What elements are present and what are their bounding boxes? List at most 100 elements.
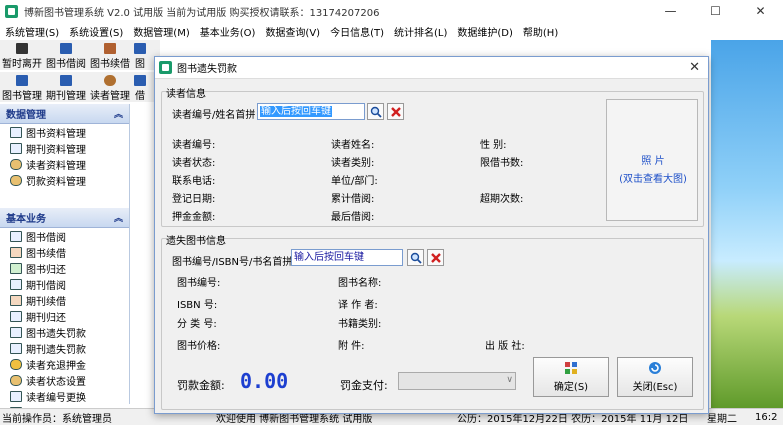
- sidebar-item-renew[interactable]: 图书续借: [0, 244, 129, 260]
- close-button[interactable]: 关闭(Esc): [617, 357, 693, 397]
- sidebar-item-book-lost-fine[interactable]: 图书遗失罚款: [0, 324, 129, 340]
- minimize-button[interactable]: —: [648, 0, 693, 22]
- sidebar-item-borrow[interactable]: 图书借阅: [0, 228, 129, 244]
- sidebar-item-label: 期刊续借: [26, 296, 66, 308]
- data-panel-header[interactable]: 数据管理 ︽: [0, 104, 129, 124]
- deposit-icon: [10, 358, 22, 370]
- book-manage-icon: [16, 75, 28, 86]
- toolbar-renew-button[interactable]: 图书续借: [88, 40, 132, 70]
- menu-stats[interactable]: 统计排名(L): [389, 24, 452, 39]
- sidebar-item-book-data[interactable]: 图书资料管理: [0, 124, 129, 140]
- reader-manage-icon: [104, 75, 116, 86]
- sidebar-item-journal-renew[interactable]: 期刊续借: [0, 292, 129, 308]
- toolbar-journal-manage-button[interactable]: 期刊管理: [44, 72, 88, 102]
- reader-id-label: 读者编号:: [172, 140, 216, 151]
- close-label: 关闭(Esc): [632, 382, 678, 393]
- journal-manage-icon: [60, 75, 72, 86]
- sidebar-item-journal-borrow[interactable]: 期刊借阅: [0, 276, 129, 292]
- book-search-input[interactable]: 输入后按回车键: [291, 249, 403, 266]
- app-titlebar: 博新图书管理系统 V2.0 试用版 当前为试用版 购买授权请联系：1317420…: [0, 0, 783, 22]
- book-name-label: 图书名称:: [338, 278, 382, 289]
- fine-amount-value: 0.00: [240, 369, 289, 393]
- fine-payment-label: 罚金支付:: [340, 379, 388, 392]
- close-window-button[interactable]: ✕: [738, 0, 783, 22]
- sidebar-item-journal-data[interactable]: 期刊资料管理: [0, 140, 129, 156]
- toolbar-book-button[interactable]: 图: [132, 40, 148, 70]
- toolbar-book-label: 图: [135, 59, 145, 70]
- sidebar-item-reader-state[interactable]: 读者状态设置: [0, 372, 129, 388]
- menu-maintenance[interactable]: 数据维护(D): [452, 24, 518, 39]
- sidebar-item-label: 图书遗失罚款: [26, 328, 86, 340]
- menu-today[interactable]: 今日信息(T): [325, 24, 389, 39]
- book-group-title: 遗失图书信息: [166, 236, 226, 247]
- reader-overdue-label: 超期次数:: [480, 194, 524, 205]
- reader-last-borrow-label: 最后借阅:: [331, 212, 375, 223]
- sidebar-item-fine-data[interactable]: 罚款资料管理: [0, 172, 129, 188]
- book-icon: [134, 43, 146, 54]
- journal-lost-icon: [10, 342, 22, 354]
- close-circle-icon: [649, 362, 661, 374]
- book-search-value: 输入后按回车键: [294, 252, 364, 263]
- dialog-close-icon[interactable]: ✕: [689, 60, 700, 75]
- sidebar-item-label: 读者状态设置: [26, 376, 86, 388]
- maximize-button[interactable]: ☐: [693, 0, 738, 22]
- reader-icon: [10, 158, 22, 170]
- borrow-icon: [60, 43, 72, 54]
- dialog-titlebar: 图书遗失罚款 ✕: [155, 57, 708, 79]
- reader-photo-box[interactable]: 照 片 (双击查看大图): [606, 99, 698, 221]
- menu-data[interactable]: 数据管理(M): [128, 24, 194, 39]
- business-panel-header[interactable]: 基本业务 ︽: [0, 208, 129, 228]
- magnifier-icon: [410, 252, 422, 264]
- journal-return-icon: [10, 310, 22, 322]
- sidebar-item-label: 期刊资料管理: [26, 144, 86, 156]
- reader-gender-label: 性 别:: [480, 140, 507, 151]
- collapse-chevron-icon[interactable]: ︽: [114, 211, 123, 224]
- menu-settings[interactable]: 系统设置(S): [64, 24, 128, 39]
- app-logo-icon: [5, 4, 18, 18]
- sidebar-item-label: 期刊归还: [26, 312, 66, 324]
- toolbar-leave-button[interactable]: 暂时离开: [0, 40, 44, 70]
- fine-payment-select[interactable]: ∨: [398, 372, 516, 390]
- toolbar-borrow2-label: 借: [135, 91, 145, 102]
- toolbar-book-manage-button[interactable]: 图书管理: [0, 72, 44, 102]
- reader-clear-button[interactable]: [387, 103, 404, 120]
- sidebar-item-reader-data[interactable]: 读者资料管理: [0, 156, 129, 172]
- book-lost-icon: [10, 326, 22, 338]
- sidebar-item-label: 罚款资料管理: [26, 176, 86, 188]
- reader-state-icon: [10, 374, 22, 386]
- menu-query[interactable]: 数据查询(V): [260, 24, 325, 39]
- sidebar-item-reader-id-change[interactable]: 读者编号更换: [0, 388, 129, 404]
- sidebar-item-deposit[interactable]: 读者充退押金: [0, 356, 129, 372]
- business-panel-title: 基本业务: [6, 214, 46, 225]
- reader-type-label: 读者类别:: [331, 158, 375, 169]
- sidebar-item-journal-lost-fine[interactable]: 期刊遗失罚款: [0, 340, 129, 356]
- reader-state-label: 读者状态:: [172, 158, 216, 169]
- collapse-chevron-icon[interactable]: ︽: [114, 107, 123, 120]
- borrow-icon: [134, 75, 146, 86]
- sidebar: 数据管理 ︽ 图书资料管理 期刊资料管理 读者资料管理 罚款资料管理 基本业务 …: [0, 104, 130, 420]
- toolbar-leave-label: 暂时离开: [2, 59, 42, 70]
- journal-icon: [10, 142, 22, 154]
- toolbar-renew-label: 图书续借: [90, 59, 130, 70]
- sidebar-item-label: 图书借阅: [26, 232, 66, 244]
- reader-search-button[interactable]: [367, 103, 384, 120]
- sidebar-item-label: 读者充退押金: [26, 360, 86, 372]
- book-price-label: 图书价格:: [177, 341, 221, 352]
- book-search-button[interactable]: [407, 249, 424, 266]
- menu-help[interactable]: 帮助(H): [518, 24, 563, 39]
- toolbar-borrow2-button[interactable]: 借: [132, 72, 148, 102]
- toolbar-reader-manage-button[interactable]: 读者管理: [88, 72, 132, 102]
- sidebar-item-journal-return[interactable]: 期刊归还: [0, 308, 129, 324]
- sidebar-item-return[interactable]: 图书归还: [0, 260, 129, 276]
- journal-renew-icon: [10, 294, 22, 306]
- book-category-label: 书籍类别:: [338, 319, 382, 330]
- book-clear-button[interactable]: [427, 249, 444, 266]
- confirm-button[interactable]: 确定(S): [533, 357, 609, 397]
- reader-name-label: 读者姓名:: [331, 140, 375, 151]
- menu-business[interactable]: 基本业务(O): [195, 24, 261, 39]
- toolbar-borrow-button[interactable]: 图书借阅: [44, 40, 88, 70]
- photo-label: 照 片: [641, 156, 665, 167]
- reader-search-input[interactable]: 输入后按回车键: [257, 103, 365, 120]
- menu-system[interactable]: 系统管理(S): [0, 24, 64, 39]
- reader-limit-label: 限借书数:: [480, 158, 524, 169]
